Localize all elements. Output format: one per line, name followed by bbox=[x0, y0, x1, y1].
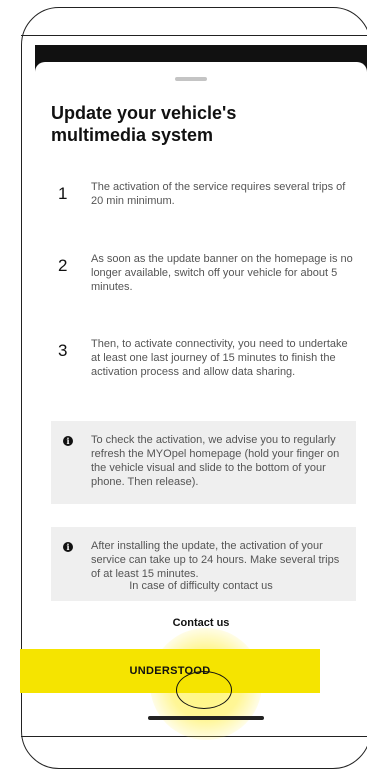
sheet-drag-handle[interactable] bbox=[175, 77, 207, 81]
step-text: As soon as the update banner on the home… bbox=[91, 253, 353, 293]
info-box: i To check the activation, we advise you… bbox=[51, 421, 356, 504]
tap-indicator bbox=[176, 671, 232, 709]
contact-us-link[interactable]: Contact us bbox=[35, 617, 367, 629]
step-number: 3 bbox=[58, 341, 68, 360]
info-icon: i bbox=[63, 542, 73, 552]
step-text: The activation of the service requires s… bbox=[91, 181, 346, 207]
help-text: In case of difficulty contact us bbox=[129, 580, 273, 592]
home-indicator bbox=[148, 716, 264, 720]
step-number: 2 bbox=[58, 256, 68, 275]
page-title: Update your vehicle's multimedia system bbox=[51, 103, 237, 145]
understood-button[interactable]: UNDERSTOOD bbox=[20, 649, 320, 693]
info-text: After installing the update, the activat… bbox=[91, 540, 340, 580]
step-text: Then, to activate connectivity, you need… bbox=[91, 338, 348, 378]
info-text: To check the activation, we advise you t… bbox=[91, 434, 340, 488]
step-number: 1 bbox=[58, 184, 68, 203]
info-icon: i bbox=[63, 436, 73, 446]
